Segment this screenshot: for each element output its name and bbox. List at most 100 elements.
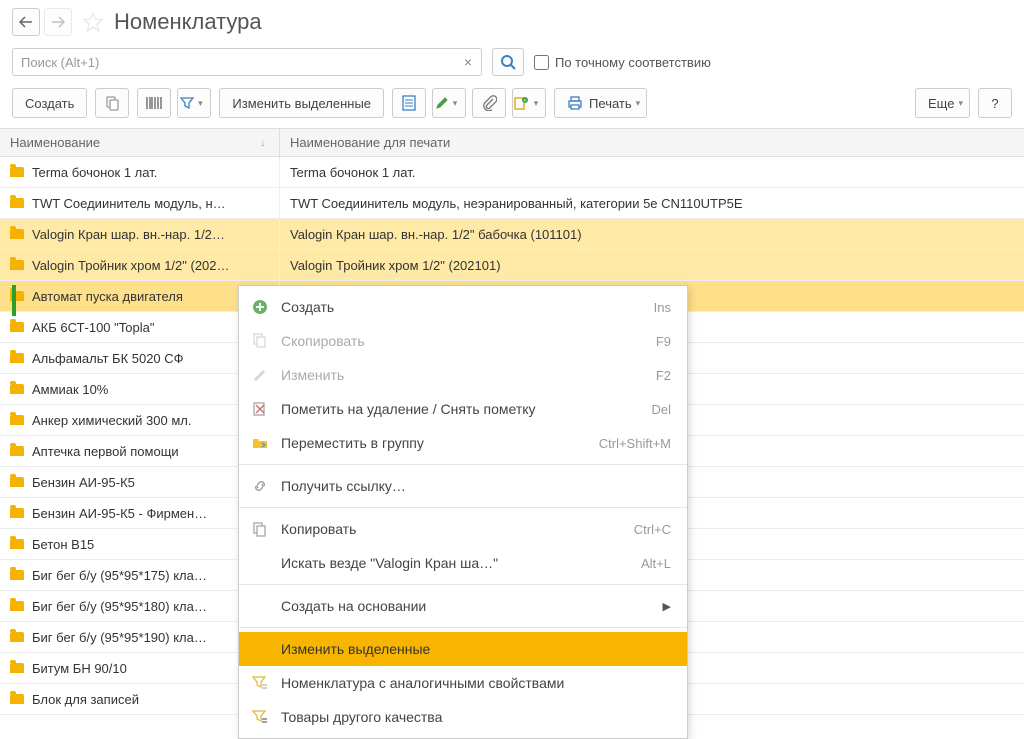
menu-item-label: Пометить на удаление / Снять пометку (281, 401, 639, 417)
menu-shortcut: F2 (656, 368, 671, 383)
column-header-name[interactable]: Наименование (0, 129, 280, 156)
row-name-text: Valogin Тройник хром 1/2" (202… (32, 258, 230, 273)
row-name-text: Биг бег б/у (95*95*175) кла… (32, 568, 207, 583)
row-name-text: Анкер химический 300 мл. (32, 413, 191, 428)
menu-item-label: Создать на основании (281, 598, 651, 614)
context-menu-item[interactable]: Создать на основании▶ (239, 589, 687, 623)
menu-shortcut: Ctrl+Shift+M (599, 436, 671, 451)
search-execute-button[interactable] (492, 48, 524, 76)
nav-back-button[interactable] (12, 8, 40, 36)
search-clear-button[interactable]: × (458, 52, 478, 72)
row-name-text: Бензин АИ-95-К5 - Фирмен… (32, 506, 207, 521)
folder-icon (10, 198, 24, 208)
context-menu-item: ИзменитьF2 (239, 358, 687, 392)
print-button[interactable]: Печать ▾ (554, 88, 647, 118)
row-name-text: Аптечка первой помощи (32, 444, 179, 459)
row-name-text: Бензин АИ-95-К5 (32, 475, 135, 490)
move-folder-icon (251, 434, 269, 452)
folder-icon (10, 322, 24, 332)
search-box: × (12, 48, 482, 76)
folder-icon (10, 477, 24, 487)
row-name-text: Аммиак 10% (32, 382, 108, 397)
create-button[interactable]: Создать (12, 88, 87, 118)
folder-icon (10, 632, 24, 642)
chevron-down-icon: ▾ (198, 98, 203, 109)
menu-separator (239, 464, 687, 465)
cell-print-name: Terma бочонок 1 лат. (280, 165, 1024, 180)
menu-shortcut: Alt+L (641, 556, 671, 571)
nav-forward-button[interactable] (44, 8, 72, 36)
table-row[interactable]: Valogin Тройник хром 1/2" (202… Valogin Т… (0, 250, 1024, 281)
context-menu-item[interactable]: Переместить в группу Ctrl+Shift+M (239, 426, 687, 460)
cell-print-name: Valogin Тройник хром 1/2" (202101) (280, 258, 1024, 273)
copy-icon (251, 520, 269, 538)
blank-icon (251, 554, 269, 572)
table-row[interactable]: Valogin Кран шар. вн.-нар. 1/2… Valogin К… (0, 219, 1024, 250)
context-menu-item[interactable]: Номенклатура с аналогичными свойствами (239, 666, 687, 700)
search-row: × По точному соответствию (0, 44, 1024, 84)
row-name-text: Бетон В15 (32, 537, 94, 552)
cell-name: TWT Соедиинитель модуль, н… (0, 188, 280, 218)
row-name-text: Блок для записей (32, 692, 139, 707)
report-button[interactable] (392, 88, 426, 118)
folder-icon (10, 694, 24, 704)
copy-item-button[interactable] (95, 88, 129, 118)
exact-match-checkbox[interactable] (534, 55, 549, 70)
menu-item-label: Искать везде "Valogin Кран ша…" (281, 555, 629, 571)
menu-item-label: Создать (281, 299, 642, 315)
table-row[interactable]: Terma бочонок 1 лат. Terma бочонок 1 лат. (0, 157, 1024, 188)
column-header-print-name[interactable]: Наименование для печати (280, 135, 1024, 150)
table-header: Наименование Наименование для печати (0, 129, 1024, 157)
blank-icon (251, 597, 269, 615)
context-menu-item[interactable]: Получить ссылку… (239, 469, 687, 503)
filter-list-icon (251, 674, 269, 692)
chevron-down-icon: ▾ (453, 98, 458, 109)
folder-icon (10, 415, 24, 425)
menu-shortcut: Ins (654, 300, 671, 315)
folder-icon (10, 508, 24, 518)
menu-item-label: Переместить в группу (281, 435, 587, 451)
exact-match-checkbox-row[interactable]: По точному соответствию (534, 55, 711, 70)
more-button[interactable]: Еще ▾ (915, 88, 970, 118)
more-label: Еще (928, 96, 954, 111)
context-menu-item[interactable]: Пометить на удаление / Снять пометкуDel (239, 392, 687, 426)
search-input[interactable] (12, 48, 482, 76)
cell-name: Valogin Тройник хром 1/2" (202… (0, 250, 280, 280)
attachment-button[interactable] (472, 88, 506, 118)
row-name-text: TWT Соедиинитель модуль, н… (32, 196, 226, 211)
context-menu-item: СкопироватьF9 (239, 324, 687, 358)
favorite-star-icon[interactable] (82, 11, 104, 33)
filter-stack-icon (251, 708, 269, 726)
context-menu-item[interactable]: Искать везде "Valogin Кран ша…" Alt+L (239, 546, 687, 580)
folder-icon (10, 229, 24, 239)
blank-icon (251, 640, 269, 658)
context-menu-item[interactable]: КопироватьCtrl+C (239, 512, 687, 546)
help-button[interactable]: ? (978, 88, 1012, 118)
row-name-text: Биг бег б/у (95*95*180) кла… (32, 599, 207, 614)
table-row[interactable]: TWT Соедиинитель модуль, н…TWT Соедиинит… (0, 188, 1024, 219)
menu-shortcut: Ctrl+C (634, 522, 671, 537)
folder-icon (10, 167, 24, 177)
folder-icon (10, 384, 24, 394)
context-menu-item[interactable]: Товары другого качества (239, 700, 687, 734)
change-selected-button[interactable]: Изменить выделенные (219, 88, 384, 118)
menu-item-label: Товары другого качества (281, 709, 671, 725)
folder-icon (10, 601, 24, 611)
page-title: Номенклатура (114, 9, 262, 35)
context-menu-item[interactable]: Создать Ins (239, 290, 687, 324)
cell-print-name: Valogin Кран шар. вн.-нар. 1/2" бабочка … (280, 227, 1024, 242)
barcode-button[interactable] (137, 88, 171, 118)
context-menu: СоздатьInsСкопироватьF9ИзменитьF2Пометит… (238, 285, 688, 739)
pencil-icon (251, 366, 269, 384)
context-menu-item[interactable]: Изменить выделенные (239, 632, 687, 666)
toolbar: Создать ▾ Изменить выделенные ▾ + ▾ Печа… (0, 84, 1024, 128)
row-name-text: Terma бочонок 1 лат. (32, 165, 157, 180)
menu-separator (239, 584, 687, 585)
create-based-button[interactable]: + ▾ (512, 88, 546, 118)
menu-separator (239, 627, 687, 628)
row-name-text: Битум БН 90/10 (32, 661, 127, 676)
edit-pen-button[interactable]: ▾ (432, 88, 466, 118)
row-name-text: Valogin Кран шар. вн.-нар. 1/2… (32, 227, 225, 242)
filter-button[interactable]: ▾ (177, 88, 211, 118)
header-bar: Номенклатура (0, 0, 1024, 44)
